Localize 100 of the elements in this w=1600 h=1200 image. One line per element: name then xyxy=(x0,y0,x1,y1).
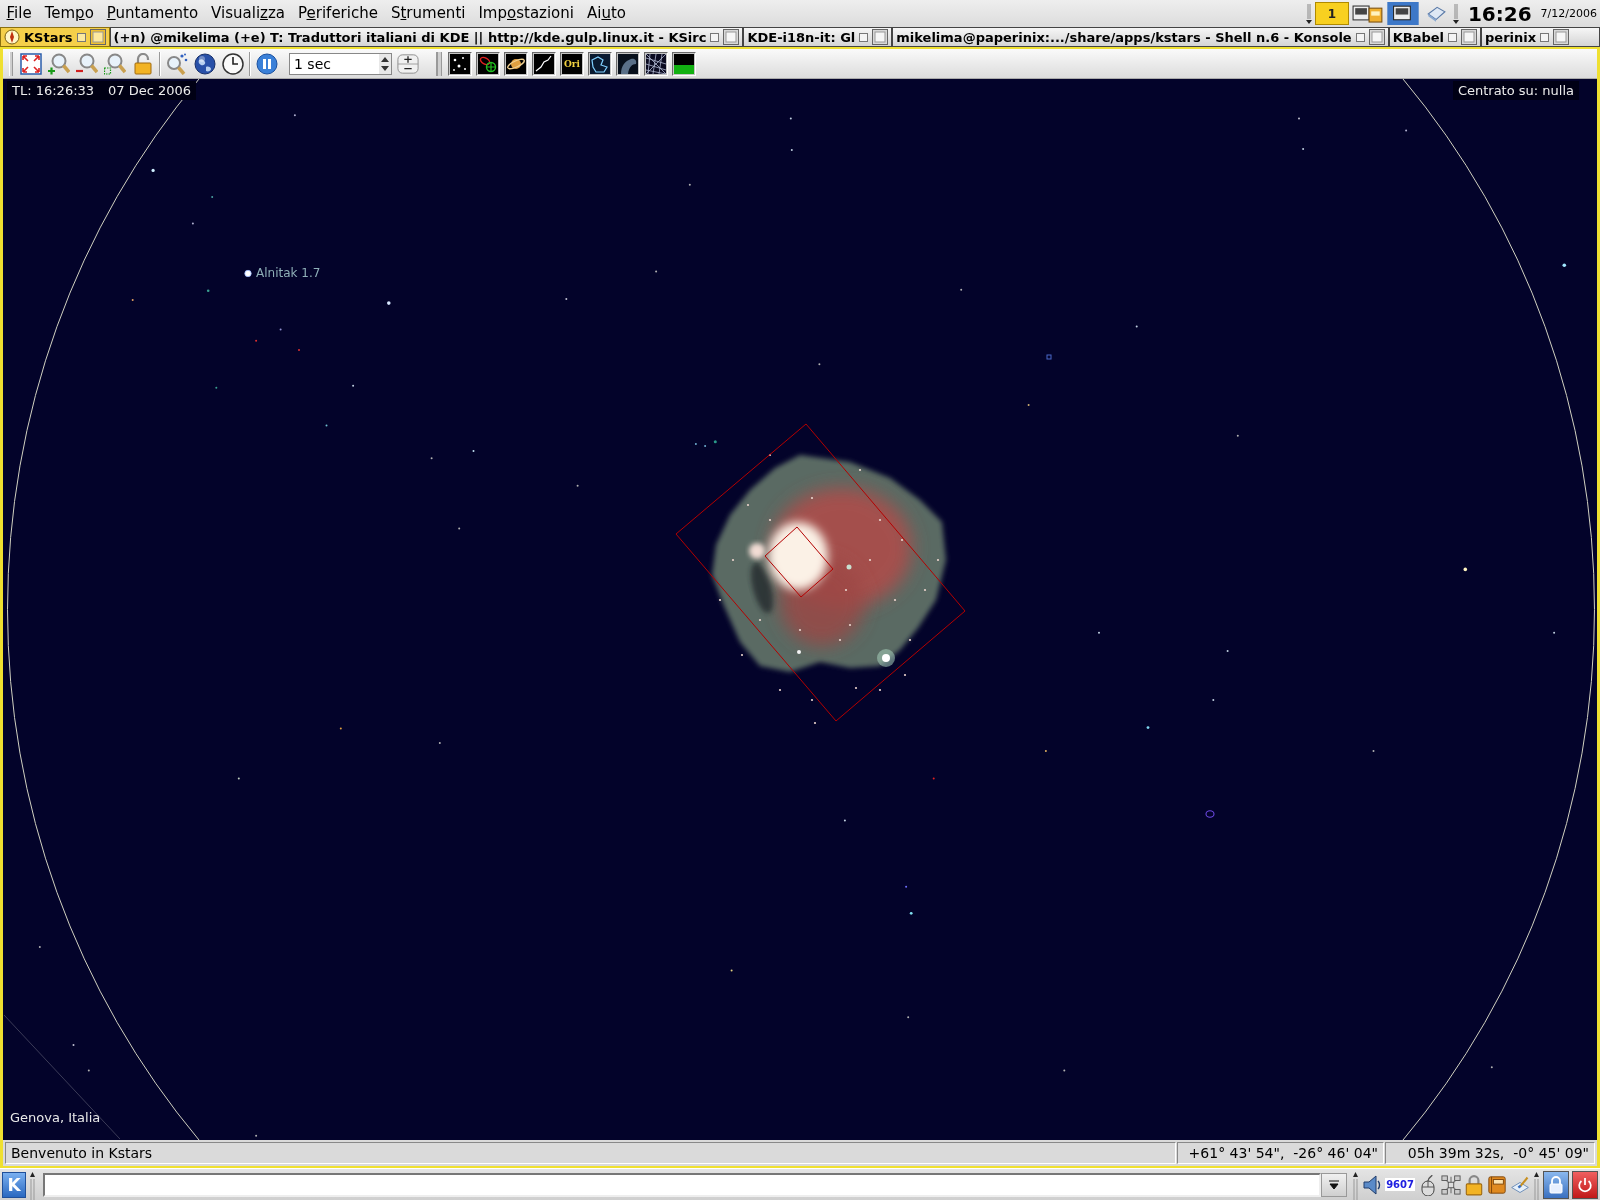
menu-item[interactable]: Tempo xyxy=(38,0,101,27)
star-dot xyxy=(38,945,41,948)
zoom-fit-button[interactable] xyxy=(19,51,43,76)
time-button[interactable] xyxy=(221,51,245,76)
date-label: 07 Dec 2006 xyxy=(108,82,192,100)
toolbar-handle[interactable] xyxy=(9,51,13,76)
star-dot xyxy=(789,117,792,120)
inner-field-outline xyxy=(764,526,834,598)
square-icon[interactable] xyxy=(1540,32,1550,42)
window-icon[interactable] xyxy=(1368,29,1385,45)
mouse-icon[interactable] xyxy=(1418,1173,1438,1196)
star-dot xyxy=(293,114,296,117)
taskbar-button[interactable]: KStars xyxy=(0,27,110,47)
star-dot xyxy=(1236,434,1239,437)
star-dot xyxy=(1490,1066,1493,1069)
horizon-toggle[interactable] xyxy=(672,51,696,76)
star-dot xyxy=(655,270,658,273)
menu-item[interactable]: Puntamento xyxy=(100,0,205,27)
clock-icon xyxy=(222,52,244,75)
square-icon[interactable] xyxy=(859,32,869,42)
star-dot xyxy=(932,777,935,780)
logout-button[interactable] xyxy=(1572,1170,1598,1199)
clock-label: 16:26 xyxy=(1467,1,1532,26)
handle-icon[interactable] xyxy=(1305,3,1312,24)
padlock-icon xyxy=(1548,1175,1564,1194)
menu-item[interactable]: Impostazioni xyxy=(471,0,581,27)
window-icon[interactable] xyxy=(723,29,740,45)
coordinates-label: 05h 39m 32s, -0° 45' 09" xyxy=(1385,1142,1595,1164)
window-icon[interactable] xyxy=(89,29,106,45)
pause-icon xyxy=(256,52,278,75)
star-dot xyxy=(843,819,846,822)
centered-on-label: Centrato su: nulla xyxy=(1452,81,1579,100)
window-icon[interactable] xyxy=(872,29,889,45)
padlock-icon[interactable] xyxy=(1464,1173,1484,1196)
star-dot xyxy=(325,424,328,427)
star-dot xyxy=(151,168,155,172)
zoom-out-button[interactable] xyxy=(75,51,99,76)
taskbar-button[interactable]: (+n) @mikelima (+e) T: Traduttori italiani di KDE || http://kde.gulp.linux.it - KSirc xyxy=(109,27,744,47)
milkyway-toggle[interactable] xyxy=(616,51,640,76)
speaker-icon[interactable] xyxy=(1362,1173,1383,1196)
desktop-pager-button[interactable]: 1 xyxy=(1314,2,1349,25)
star-dot xyxy=(905,885,908,888)
time-label: TL: 16:26:33 xyxy=(12,82,95,100)
monitor-icon[interactable] xyxy=(1386,2,1419,25)
star-dot xyxy=(907,1016,910,1019)
lock-screen-button[interactable] xyxy=(1543,1170,1569,1199)
menu-item[interactable]: Aiuto xyxy=(580,0,633,27)
location-label: Genova, Italia xyxy=(10,1109,101,1127)
lock-button[interactable] xyxy=(131,51,155,76)
star-dot xyxy=(713,440,717,444)
square-icon[interactable] xyxy=(1355,32,1365,42)
globe-button[interactable] xyxy=(193,51,217,76)
window-icon[interactable] xyxy=(1461,29,1477,45)
menu-item[interactable]: Periferiche xyxy=(291,0,385,27)
zoom-default-button[interactable] xyxy=(103,51,127,76)
counter-label[interactable]: 9607 xyxy=(1385,1178,1415,1191)
command-field[interactable] xyxy=(43,1172,1322,1197)
book-icon[interactable] xyxy=(1487,1173,1507,1196)
pause-button[interactable] xyxy=(255,51,279,76)
handle-icon[interactable] xyxy=(29,1169,36,1200)
taskbar-button[interactable]: mikelima@paperinix:.../share/apps/kstars - Shell n.6 - Konsole xyxy=(892,27,1389,47)
boundaries-toggle[interactable] xyxy=(588,51,612,76)
star-dot xyxy=(730,969,733,972)
square-icon[interactable] xyxy=(710,32,720,42)
planets-toggle[interactable] xyxy=(504,51,528,76)
network-icon[interactable] xyxy=(1441,1173,1461,1196)
grid-icon xyxy=(646,53,666,74)
taskbar-button[interactable]: KBabel xyxy=(1388,27,1481,47)
windows-icon[interactable] xyxy=(1351,2,1384,25)
handle-icon[interactable] xyxy=(1352,1169,1360,1200)
stars-toggle[interactable] xyxy=(448,51,472,76)
power-icon xyxy=(1577,1175,1593,1194)
star-dot xyxy=(191,222,194,225)
menu-item[interactable]: Strumenti xyxy=(384,0,472,27)
lines-toggle[interactable] xyxy=(532,51,556,76)
window-icon[interactable] xyxy=(1553,29,1570,45)
zoom-in-button[interactable] xyxy=(47,51,71,76)
dropdown-button[interactable] xyxy=(1321,1172,1348,1197)
menu-item[interactable]: File xyxy=(0,0,39,27)
spin-arrows-icon[interactable] xyxy=(379,53,391,74)
taskbar-button[interactable]: KDE-i18n-it: Gl xyxy=(743,27,893,47)
star-dot xyxy=(352,384,355,387)
time-units-button[interactable] xyxy=(396,51,420,76)
handle-icon[interactable] xyxy=(1452,3,1459,24)
grid-toggle[interactable] xyxy=(644,51,668,76)
handle-icon[interactable] xyxy=(1533,1169,1540,1200)
taskbar-button[interactable]: perinix xyxy=(1481,27,1600,47)
date-label: 7/12/2006 xyxy=(1540,7,1597,20)
deepsky-toggle[interactable] xyxy=(476,51,500,76)
toolbar-handle[interactable] xyxy=(436,51,442,76)
square-icon[interactable] xyxy=(76,32,86,42)
star-dot xyxy=(1063,1069,1066,1072)
star-dot xyxy=(1146,726,1150,729)
zoom-out-icon xyxy=(76,52,98,75)
names-toggle[interactable]: Ori xyxy=(560,51,584,76)
menu-item[interactable]: Visualizza xyxy=(204,0,292,27)
time-step-field[interactable]: 1 sec xyxy=(289,52,392,75)
square-icon[interactable] xyxy=(1448,32,1457,42)
box-icon[interactable] xyxy=(1425,4,1446,23)
star-dot xyxy=(206,289,210,293)
